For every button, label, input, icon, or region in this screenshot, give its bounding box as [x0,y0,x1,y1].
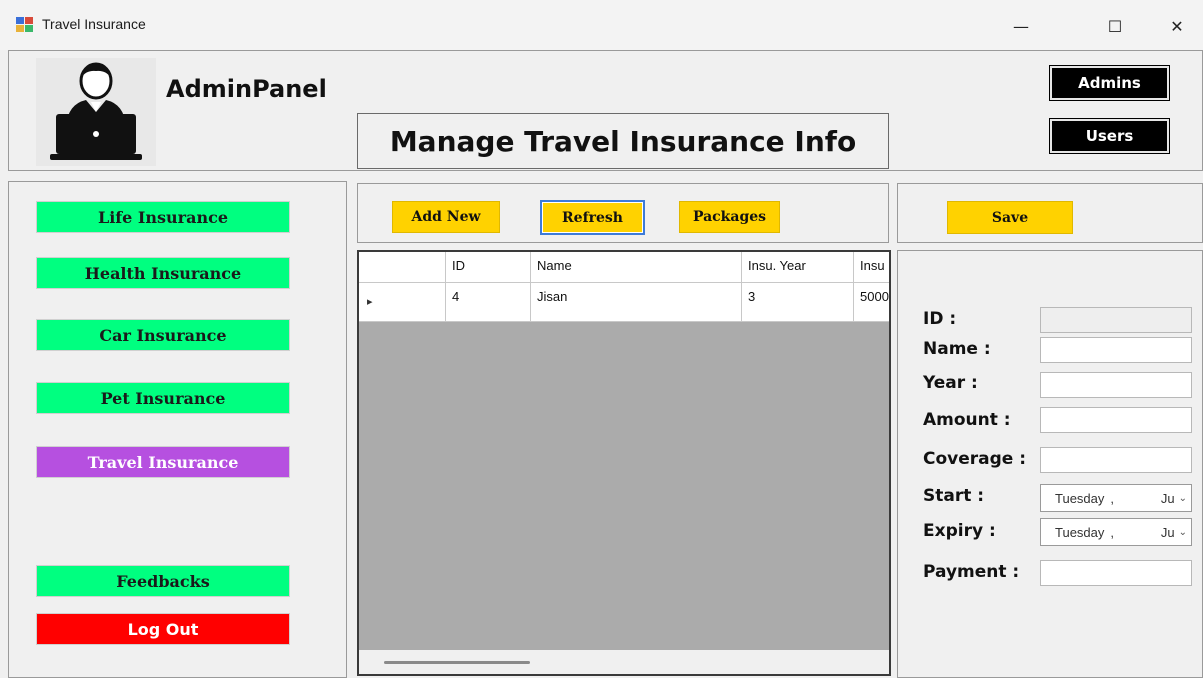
minimize-button[interactable]: — [998,8,1044,44]
year-label: Year : [923,373,978,393]
table-row-cell-amount[interactable]: 5000 [854,283,889,322]
close-button[interactable]: ✕ [1154,8,1200,44]
add-new-button[interactable]: Add New [392,201,500,233]
start-label: Start : [923,486,985,506]
app-icon [16,17,34,33]
sidebar-item-feedbacks[interactable]: Feedbacks [36,565,290,597]
expiry-date-day: Tuesday [1055,524,1105,540]
start-date-day: Tuesday [1055,490,1105,506]
sidebar [8,181,347,678]
expiry-date-picker[interactable]: Tuesday , Ju ⌄ [1040,518,1192,546]
sidebar-item-travel-insurance[interactable]: Travel Insurance [36,446,290,478]
admins-button[interactable]: Admins [1050,66,1169,100]
expiry-label: Expiry : [923,521,996,541]
amount-field[interactable] [1040,407,1192,433]
table-row-cell-year[interactable]: 3 [742,283,854,322]
table-row-cell-id[interactable]: 4 [446,283,531,322]
year-field[interactable] [1040,372,1192,398]
window-title: Travel Insurance [42,16,146,32]
column-header-insu[interactable]: Insu [854,252,889,283]
scrollbar-thumb[interactable] [384,661,530,664]
amount-label: Amount : [923,410,1011,430]
name-label: Name : [923,339,991,359]
users-button[interactable]: Users [1050,119,1169,153]
chevron-down-icon[interactable]: ⌄ [1179,493,1187,504]
grid-corner-header [359,252,446,283]
packages-button[interactable]: Packages [679,201,780,233]
page-title: Manage Travel Insurance Info [357,113,889,169]
refresh-button[interactable]: Refresh [540,200,645,235]
name-field[interactable] [1040,337,1192,363]
app-name: AdminPanel [166,75,327,103]
payment-label: Payment : [923,562,1020,582]
sidebar-item-life-insurance[interactable]: Life Insurance [36,201,290,233]
coverage-label: Coverage : [923,449,1027,469]
sidebar-item-health-insurance[interactable]: Health Insurance [36,257,290,289]
chevron-down-icon[interactable]: ⌄ [1179,527,1187,538]
horizontal-scrollbar[interactable] [359,650,889,674]
start-date-month: Ju [1160,490,1175,506]
sidebar-item-car-insurance[interactable]: Car Insurance [36,319,290,351]
column-header-id[interactable]: ID [446,252,531,283]
sidebar-item-pet-insurance[interactable]: Pet Insurance [36,382,290,414]
id-field [1040,307,1192,333]
coverage-field[interactable] [1040,447,1192,473]
payment-field[interactable] [1040,560,1192,586]
id-label: ID : [923,309,957,329]
logout-button[interactable]: Log Out [36,613,290,645]
expiry-date-month: Ju [1160,524,1175,540]
column-header-name[interactable]: Name [531,252,742,283]
start-date-sep: , [1110,490,1115,506]
data-grid[interactable]: ID Name Insu. Year Insu ▸ 4 Jisan 3 5000 [357,250,891,676]
expiry-date-sep: , [1110,524,1115,540]
start-date-picker[interactable]: Tuesday , Ju ⌄ [1040,484,1192,512]
admin-avatar-icon [36,58,156,166]
column-header-insu-year[interactable]: Insu. Year [742,252,854,283]
table-row-cell-name[interactable]: Jisan [531,283,742,322]
maximize-button[interactable]: ☐ [1092,8,1138,44]
row-selector-icon[interactable]: ▸ [359,283,446,322]
save-button[interactable]: Save [947,201,1073,234]
